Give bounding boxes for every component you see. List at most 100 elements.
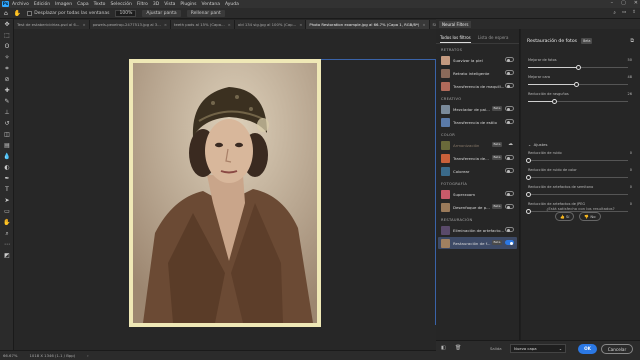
filter-item[interactable]: Superzoom — [438, 188, 517, 200]
slider-track[interactable] — [528, 160, 628, 161]
filter-item[interactable]: Transferencia de estilo — [438, 116, 517, 128]
cloud-download-icon[interactable]: ☁ — [508, 141, 513, 147]
menu-item[interactable]: Selección — [110, 2, 131, 7]
pen-tool-icon[interactable]: ✒ — [0, 173, 14, 184]
document-tab[interactable]: old 134 sig.jpg al 100% (Cap... × — [234, 20, 307, 29]
fit-screen-button[interactable]: Ajustar panta — [142, 9, 181, 17]
slider[interactable]: Reducción de ruido de color 0 — [525, 168, 632, 180]
filter-toggle[interactable] — [505, 204, 514, 209]
filter-toggle[interactable] — [505, 155, 514, 160]
chevron-right-icon[interactable]: › — [87, 353, 89, 358]
slider-track[interactable] — [528, 194, 628, 195]
zoom-tool-icon[interactable]: ⌕ — [0, 228, 14, 239]
close-tab-icon[interactable]: × — [422, 20, 425, 29]
close-tab-icon[interactable]: × — [299, 20, 302, 29]
tab-all-filters[interactable]: Todos los filtros — [440, 35, 471, 43]
filter-toggle[interactable] — [505, 57, 514, 62]
menu-item[interactable]: Texto — [94, 2, 106, 7]
menu-item[interactable]: Ayuda — [225, 2, 239, 7]
slider-knob[interactable] — [575, 65, 581, 70]
ok-button[interactable]: OK — [578, 344, 597, 354]
compare-icon[interactable]: ◧ — [441, 345, 446, 351]
layer-preview-icon[interactable]: ⧉ — [630, 38, 634, 44]
filter-item[interactable]: Colorear — [438, 165, 517, 177]
close-tab-icon[interactable]: × — [82, 20, 85, 29]
crop-tool-icon[interactable]: ⌗ — [0, 63, 14, 74]
lasso-tool-icon[interactable]: ʘ — [0, 41, 14, 52]
gradient-tool-icon[interactable]: ▤ — [0, 140, 14, 151]
filter-item[interactable]: Desenfoque de p... Beta — [438, 201, 517, 213]
minimize-icon[interactable]: – — [611, 0, 614, 6]
filter-item[interactable]: Restauración de f... Beta — [438, 237, 517, 249]
slider-track[interactable] — [528, 177, 628, 178]
menu-item[interactable]: Imagen — [55, 2, 72, 7]
stamp-tool-icon[interactable]: ⊥ — [0, 107, 14, 118]
filter-toggle[interactable] — [505, 240, 514, 245]
slider-knob[interactable] — [525, 158, 531, 163]
hand-tool-icon[interactable]: ✋ — [14, 10, 21, 17]
menu-item[interactable]: Edición — [34, 2, 50, 7]
share-icon[interactable]: ⇪ — [632, 10, 636, 16]
close-tab-icon[interactable]: × — [228, 20, 231, 29]
filter-toggle[interactable] — [505, 70, 514, 75]
shape-tool-icon[interactable]: ▭ — [0, 206, 14, 217]
filter-toggle[interactable] — [505, 106, 514, 111]
path-select-icon[interactable]: ➤ — [0, 195, 14, 206]
menu-item[interactable]: 3D — [153, 2, 159, 7]
delete-icon[interactable]: 🗑 — [455, 345, 461, 351]
menu-item[interactable]: Capa — [77, 2, 89, 7]
close-icon[interactable]: ✕ — [634, 0, 638, 6]
slider[interactable]: Mejorar cara 48 — [528, 75, 632, 87]
filter-item[interactable]: Transferencia de maquill... — [438, 80, 517, 92]
document-tab[interactable]: powels-pexelrop-2477513.jpg al 3... × — [89, 20, 172, 29]
zoom-field[interactable]: 100% — [115, 9, 137, 17]
feedback-yes-button[interactable]: 👍 Sí — [555, 212, 575, 221]
slider-knob[interactable] — [551, 99, 557, 104]
document-tab[interactable]: Test de estabericidrias.psd al 6... × — [14, 20, 90, 29]
magic-wand-tool-icon[interactable]: ✧ — [0, 52, 14, 63]
cancel-button[interactable]: Cancelar — [601, 344, 633, 354]
marquee-tool-icon[interactable]: ⬚ — [0, 30, 14, 41]
document-tab[interactable]: Photo Restoration example.jpg al 66.7% (… — [306, 20, 430, 29]
slider-knob[interactable] — [573, 82, 579, 87]
workspace-icon[interactable]: ▭ — [622, 10, 626, 16]
slider[interactable]: Reducción de rasguños 26 — [528, 92, 632, 104]
eraser-tool-icon[interactable]: ◫ — [0, 129, 14, 140]
filter-item[interactable]: Mezclador de pai... Beta — [438, 103, 517, 115]
output-select[interactable]: Nueva capa ⌄ — [510, 344, 566, 353]
filter-toggle[interactable] — [505, 83, 514, 88]
slider[interactable]: Reducción de artefactos de semitono 0 — [525, 185, 632, 197]
fill-screen-button[interactable]: Rellenar pant — [186, 9, 225, 17]
tab-wait-list[interactable]: Lista de espera — [478, 35, 509, 43]
document-tab[interactable]: teeth pads al 15% (Capa... × — [171, 20, 235, 29]
healing-tool-icon[interactable]: ✚ — [0, 85, 14, 96]
brush-tool-icon[interactable]: ✎ — [0, 96, 14, 107]
filter-item[interactable]: Eliminación de artefacto... — [438, 224, 517, 236]
feedback-no-button[interactable]: 👎 No — [579, 212, 601, 221]
menu-item[interactable]: Filtro — [137, 2, 148, 7]
scroll-all-windows-checkbox[interactable]: Desplazar por todas las ventanas — [27, 10, 109, 16]
eyedropper-tool-icon[interactable]: ⊘ — [0, 74, 14, 85]
filter-toggle[interactable] — [505, 119, 514, 124]
slider-knob[interactable] — [525, 192, 531, 197]
canvas-area[interactable] — [14, 29, 436, 350]
hand-tool-icon[interactable]: ✋ — [0, 217, 14, 228]
blur-tool-icon[interactable]: 💧 — [0, 151, 14, 162]
type-tool-icon[interactable]: T — [0, 184, 14, 195]
color-swatches-icon[interactable]: ◩ — [0, 250, 14, 261]
slider-knob[interactable] — [525, 175, 531, 180]
maximize-icon[interactable]: ▢ — [621, 0, 626, 6]
more-tools-icon[interactable]: ⋯ — [0, 239, 14, 250]
menu-item[interactable]: Archivo — [12, 2, 29, 7]
menu-item[interactable]: Plugins — [180, 2, 196, 7]
slider[interactable]: Reducción de ruido 0 — [525, 151, 632, 163]
menu-item[interactable]: Vista — [164, 2, 175, 7]
close-tab-icon[interactable]: × — [164, 20, 167, 29]
home-icon[interactable]: ⌂ — [4, 10, 8, 17]
filter-item[interactable]: Transferencia de... Beta — [438, 152, 517, 164]
filter-toggle[interactable] — [505, 227, 514, 232]
dodge-tool-icon[interactable]: ◐ — [0, 162, 14, 173]
history-brush-icon[interactable]: ↺ — [0, 118, 14, 129]
filter-toggle[interactable] — [505, 168, 514, 173]
filter-item[interactable]: Retrato inteligente — [438, 67, 517, 79]
